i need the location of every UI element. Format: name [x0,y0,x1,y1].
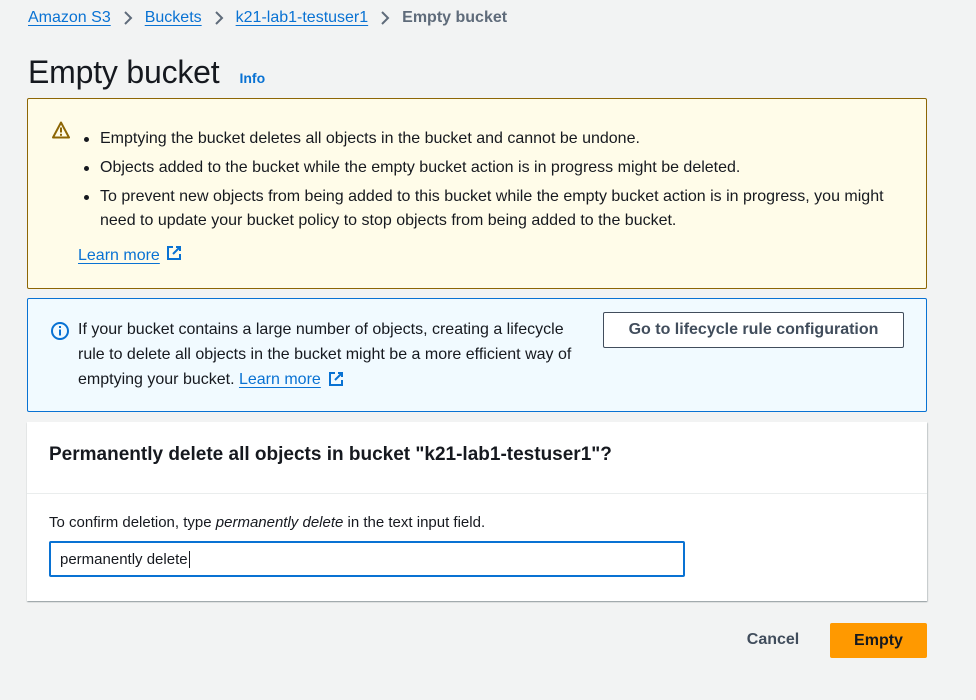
chevron-right-icon [111,10,145,26]
chevron-right-icon [368,10,402,26]
instruction-prefix: To confirm deletion, type [49,514,216,531]
warning-list: Emptying the bucket deletes all objects … [82,127,912,238]
lifecycle-learn-more-link[interactable]: Learn more [239,371,321,388]
instruction-suffix: in the text input field. [343,514,486,531]
external-link-icon [166,245,182,266]
breadcrumb-bucket-name[interactable]: k21-lab1-testuser1 [236,9,369,27]
lifecycle-info-text: If your bucket contains a large number o… [78,317,578,395]
warning-alert: Emptying the bucket deletes all objects … [27,98,927,289]
page-title: Empty bucket [28,54,220,90]
info-link[interactable]: Info [239,70,265,86]
text-cursor [188,550,190,568]
info-circle-icon [50,321,70,341]
confirm-deletion-panel: Permanently delete all objects in bucket… [27,422,927,601]
warning-bullet: Objects added to the bucket while the em… [82,156,912,180]
confirm-text-input[interactable]: permanently delete [49,541,685,577]
learn-more-text[interactable]: Learn more [78,247,160,265]
breadcrumb: Amazon S3 Buckets k21-lab1-testuser1 Emp… [28,7,507,29]
cancel-button[interactable]: Cancel [732,622,814,658]
warning-bullet: Emptying the bucket deletes all objects … [82,127,912,151]
empty-button[interactable]: Empty [830,623,927,658]
lifecycle-info-alert: If your bucket contains a large number o… [27,298,927,412]
panel-body: To confirm deletion, type permanently de… [27,494,927,597]
instruction-phrase: permanently delete [215,514,344,531]
page-header: Empty bucket Info [28,54,265,91]
warning-bullet: To prevent new objects from being added … [82,185,912,233]
lifecycle-info-message: If your bucket contains a large number o… [78,321,572,388]
warning-learn-more-link[interactable]: Learn more [78,245,182,266]
chevron-right-icon [202,10,236,26]
warning-triangle-icon [52,121,70,139]
confirm-input-value: permanently delete [60,550,188,568]
confirm-instructions: To confirm deletion, type permanently de… [49,514,905,531]
confirm-panel-title: Permanently delete all objects in bucket… [49,444,612,465]
breadcrumb-current: Empty bucket [402,9,508,26]
breadcrumb-amazon-s3[interactable]: Amazon S3 [28,9,111,27]
panel-header: Permanently delete all objects in bucket… [27,422,927,494]
lifecycle-rule-config-button[interactable]: Go to lifecycle rule configuration [603,312,904,348]
breadcrumb-buckets[interactable]: Buckets [145,9,202,27]
external-link-icon [328,370,344,395]
